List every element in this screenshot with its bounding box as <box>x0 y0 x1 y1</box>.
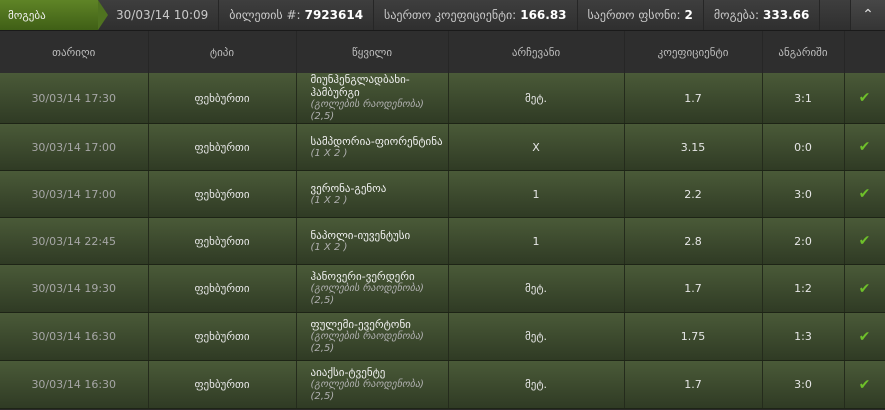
row-score: 1:2 <box>762 264 845 313</box>
check-icon: ✔ <box>858 376 871 393</box>
row-event: მიუნჰენგლადბახი-ჰამბურგი (გოლების რაოდენ… <box>296 73 449 124</box>
row-odds: 2.2 <box>624 170 763 218</box>
row-status: ✔ <box>844 217 885 265</box>
row-type: ფეხბურთი <box>148 217 297 265</box>
row-score: 3:0 <box>762 170 845 218</box>
row-type: ფეხბურთი <box>148 360 297 409</box>
bets-table: თარიღი ტიპი წყვილი არჩევანი კოეფიციენტი … <box>0 31 885 409</box>
row-status: ✔ <box>844 312 885 361</box>
row-pick: მეტ. <box>448 264 625 313</box>
row-score: 3:1 <box>762 73 845 124</box>
row-pick: 1 <box>448 170 625 218</box>
check-icon: ✔ <box>858 90 871 106</box>
row-odds: 1.7 <box>624 264 763 313</box>
event-name: ჰანოვერი-ვერდერი <box>310 270 415 283</box>
row-event: ჰანოვერი-ვერდერი (გოლების რაოდენობა) (2,… <box>296 264 449 313</box>
row-date: 30/03/14 22:45 <box>0 217 149 265</box>
row-pick: მეტ. <box>448 360 625 409</box>
row-status: ✔ <box>844 73 885 124</box>
event-market: (1 X 2 ) <box>310 241 348 253</box>
ticket-status-label: მოგება <box>8 8 46 22</box>
ticket-number: ბილეთის #: 7923614 <box>219 0 375 30</box>
event-market: (გოლების რაოდენობა) (2,5) <box>310 283 424 306</box>
row-odds: 2.8 <box>624 217 763 265</box>
col-odds: კოეფიციენტი <box>624 31 763 73</box>
event-market: (1 X 2 ) <box>310 147 348 159</box>
check-icon: ✔ <box>858 328 871 345</box>
event-market: (1 X 2 ) <box>310 194 348 206</box>
row-type: ფეხბურთი <box>148 73 297 124</box>
row-type: ფეხბურთი <box>148 264 297 313</box>
table-row: 30/03/14 22:45 ფეხბურთი ნაპოლი-იუვენტუსი… <box>0 217 885 265</box>
row-type: ფეხბურთი <box>148 123 297 171</box>
table-header-row: თარიღი ტიპი წყვილი არჩევანი კოეფიციენტი … <box>0 31 885 73</box>
event-name: სამპდორია-ფიორენტინა <box>310 134 443 148</box>
row-score: 0:0 <box>762 123 845 171</box>
row-date: 30/03/14 19:30 <box>0 264 149 313</box>
row-pick: X <box>448 123 625 171</box>
row-date: 30/03/14 16:30 <box>0 360 149 409</box>
row-odds: 1.7 <box>624 360 763 409</box>
row-pick: მეტ. <box>448 73 625 124</box>
row-status: ✔ <box>844 264 885 313</box>
col-type: ტიპი <box>148 31 297 73</box>
row-event: ნაპოლი-იუვენტუსი (1 X 2 ) <box>296 217 449 265</box>
event-name: ნაპოლი-იუვენტუსი <box>310 228 411 242</box>
event-market: (გოლების რაოდენობა) (2,5) <box>310 99 424 122</box>
row-date: 30/03/14 17:00 <box>0 170 149 218</box>
collapse-button[interactable]: ⌃ <box>850 0 885 30</box>
winnings: მოგება: 333.66 <box>704 0 821 30</box>
event-market: (გოლების რაოდენობა) (2,5) <box>310 331 424 354</box>
col-status <box>844 31 885 73</box>
table-row: 30/03/14 17:00 ფეხბურთი ვერონა-გენოა (1 … <box>0 170 885 218</box>
table-row: 30/03/14 16:30 ფეხბურთი ფულემი-ევერტონი … <box>0 312 885 361</box>
table-row: 30/03/14 16:30 ფეხბურთი აიაქსი-ტვენტე (გ… <box>0 360 885 409</box>
row-pick: მეტ. <box>448 312 625 361</box>
row-score: 1:3 <box>762 312 845 361</box>
row-event: აიაქსი-ტვენტე (გოლების რაოდენობა) (2,5) <box>296 360 449 409</box>
double-chevron-up-icon: ⌃ <box>862 7 874 23</box>
event-name: ფულემი-ევერტონი <box>310 318 411 331</box>
row-status: ✔ <box>844 360 885 409</box>
table-row: 30/03/14 17:00 ფეხბურთი სამპდორია-ფიორენ… <box>0 123 885 171</box>
row-odds: 3.15 <box>624 123 763 171</box>
check-icon: ✔ <box>858 280 871 297</box>
col-event: წყვილი <box>296 31 449 73</box>
ticket-summary-bar: მოგება 30/03/14 10:09 ბილეთის #: 7923614 … <box>0 0 885 31</box>
row-status: ✔ <box>844 170 885 218</box>
check-icon: ✔ <box>858 233 871 249</box>
row-date: 30/03/14 17:00 <box>0 123 149 171</box>
check-icon: ✔ <box>858 139 871 155</box>
ticket-date: 30/03/14 10:09 <box>98 0 220 30</box>
row-pick: 1 <box>448 217 625 265</box>
total-odds: საერთო კოეფიციენტი: 166.83 <box>374 0 578 30</box>
table-row: 30/03/14 19:30 ფეხბურთი ჰანოვერი-ვერდერი… <box>0 264 885 313</box>
row-odds: 1.7 <box>624 73 763 124</box>
row-type: ფეხბურთი <box>148 312 297 361</box>
row-event: სამპდორია-ფიორენტინა (1 X 2 ) <box>296 123 449 171</box>
ticket-status-tab: მოგება <box>0 0 108 30</box>
event-name: ვერონა-გენოა <box>310 181 387 195</box>
row-type: ფეხბურთი <box>148 170 297 218</box>
row-date: 30/03/14 17:30 <box>0 73 149 124</box>
row-odds: 1.75 <box>624 312 763 361</box>
row-status: ✔ <box>844 123 885 171</box>
row-score: 3:0 <box>762 360 845 409</box>
col-score: ანგარიში <box>762 31 845 73</box>
check-icon: ✔ <box>858 186 871 202</box>
row-event: ვერონა-გენოა (1 X 2 ) <box>296 170 449 218</box>
row-date: 30/03/14 16:30 <box>0 312 149 361</box>
col-date: თარიღი <box>0 31 149 73</box>
table-row: 30/03/14 17:30 ფეხბურთი მიუნჰენგლადბახი-… <box>0 73 885 124</box>
event-market: (გოლების რაოდენობა) (2,5) <box>310 379 424 402</box>
row-event: ფულემი-ევერტონი (გოლების რაოდენობა) (2,5… <box>296 312 449 361</box>
col-pick: არჩევანი <box>448 31 625 73</box>
total-stake: საერთო ფსონი: 2 <box>578 0 704 30</box>
row-score: 2:0 <box>762 217 845 265</box>
event-name: მიუნჰენგლადბახი-ჰამბურგი <box>310 73 410 99</box>
event-name: აიაქსი-ტვენტე <box>310 366 386 379</box>
